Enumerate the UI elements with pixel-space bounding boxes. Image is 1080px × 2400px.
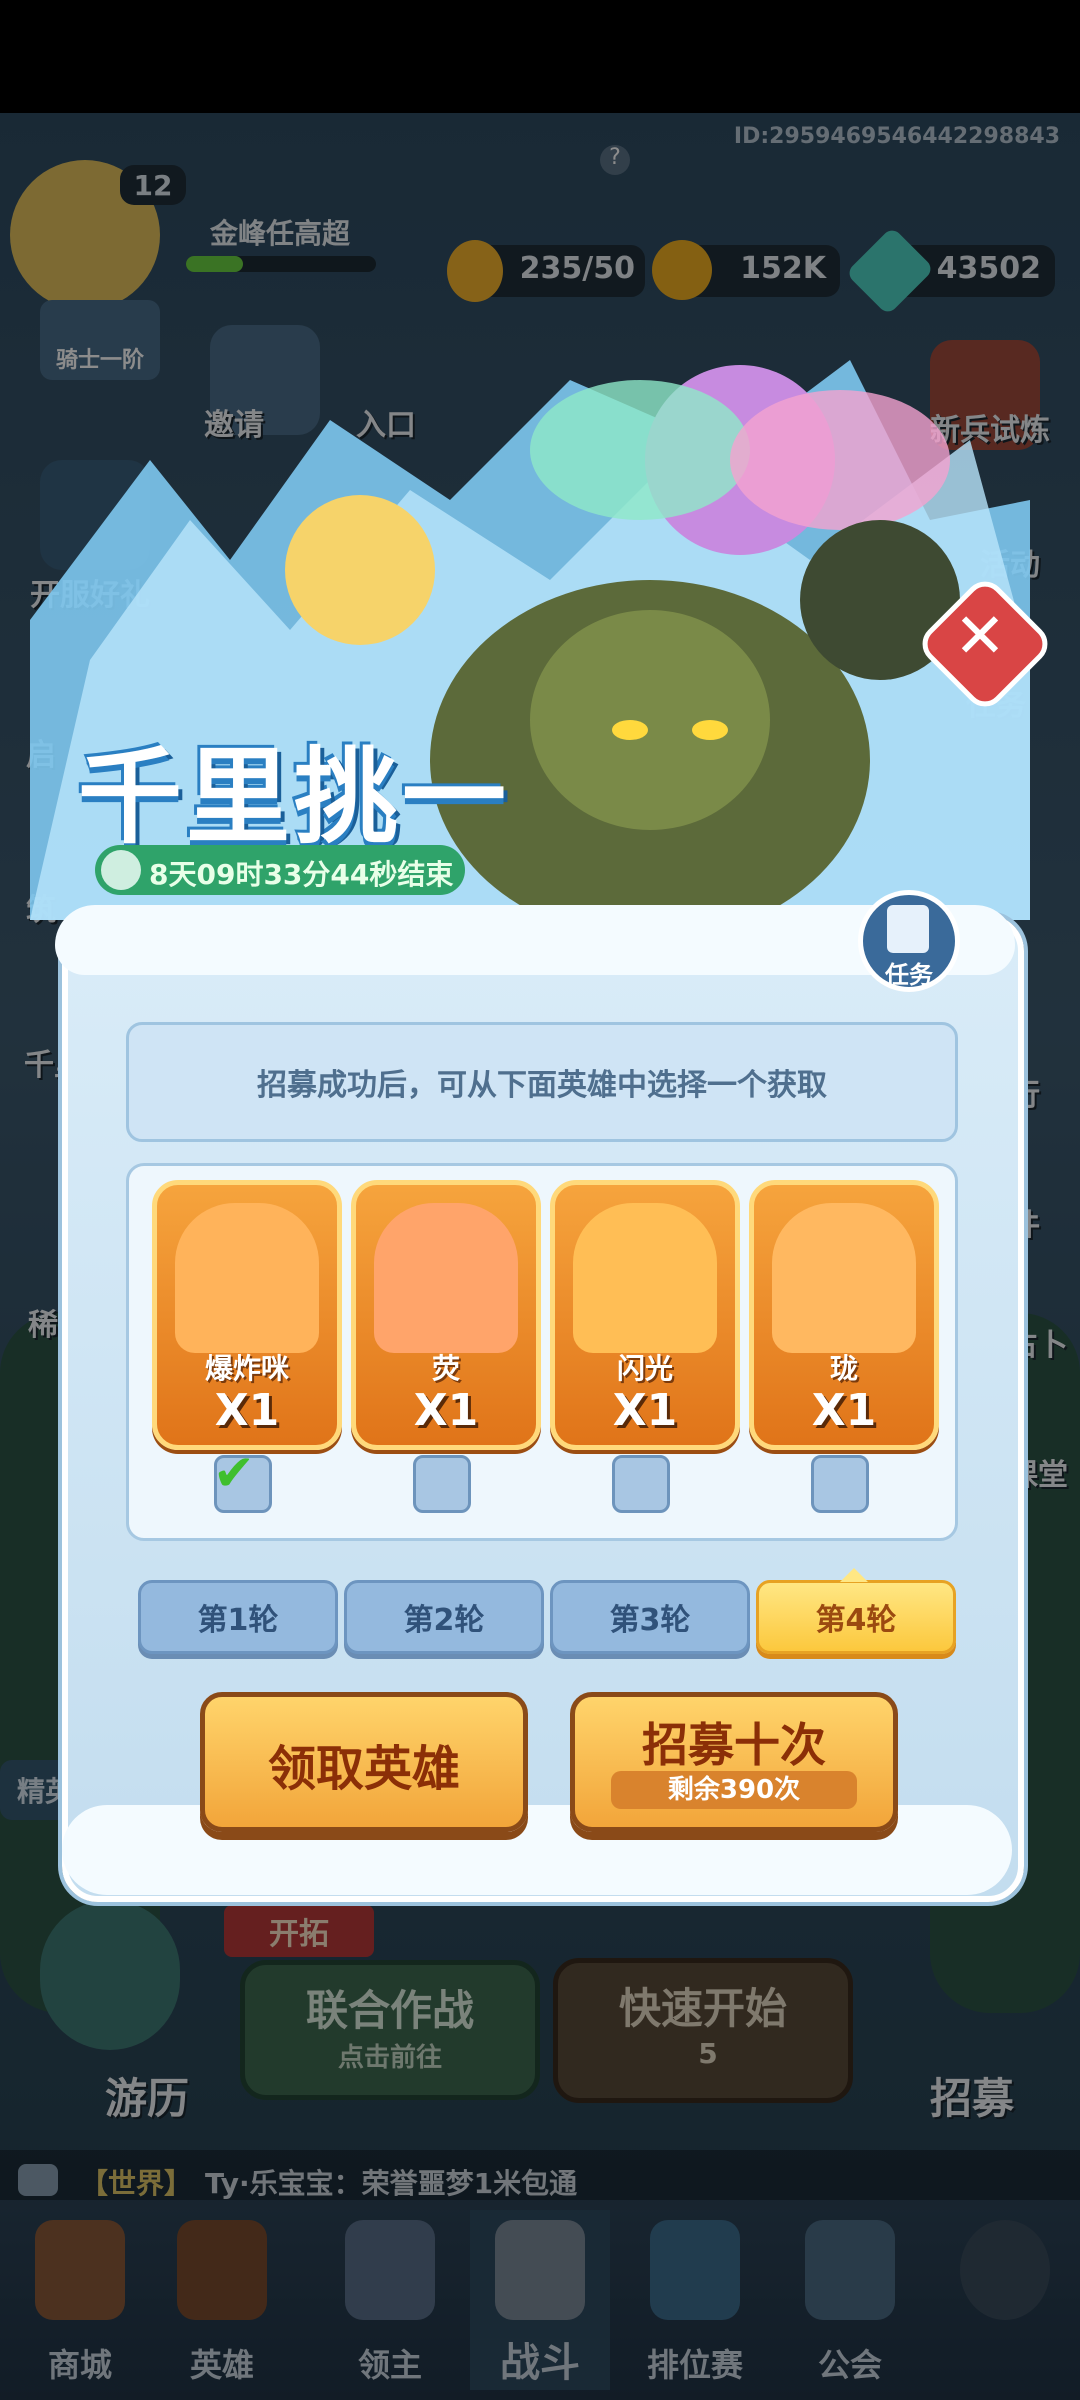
claim-hero-button[interactable]: 领取英雄: [200, 1692, 528, 1832]
hero-portrait: [175, 1203, 319, 1353]
task-label: 任务: [885, 961, 933, 989]
round-tab-2[interactable]: 第2轮: [344, 1580, 544, 1654]
hero-count: X1: [612, 1385, 678, 1436]
hero-card-ying[interactable]: 荧 X1: [351, 1180, 541, 1450]
hero-card-shanguang[interactable]: 闪光 X1: [550, 1180, 740, 1450]
hero-count: X1: [413, 1385, 479, 1436]
round-tab-1[interactable]: 第1轮: [138, 1580, 338, 1654]
active-round-pointer: [840, 1568, 868, 1582]
hero-count: X1: [214, 1385, 280, 1436]
hero-portrait: [374, 1203, 518, 1353]
hero-name: 爆炸咪: [204, 1352, 289, 1385]
claim-hero-label: 领取英雄: [267, 1741, 460, 1797]
hero-card-long[interactable]: 珑 X1: [749, 1180, 939, 1450]
recruit-ten-button[interactable]: 招募十次 剩余390次: [570, 1692, 898, 1832]
hero-count: X1: [811, 1385, 877, 1436]
event-title: 千里挑一: [78, 736, 511, 858]
round-tab-3[interactable]: 第3轮: [550, 1580, 750, 1654]
event-timer: 8天09时33分44秒结束: [95, 845, 465, 895]
check-icon: ✔: [213, 1444, 255, 1502]
hero-name: 珑: [829, 1352, 858, 1385]
hero-checkbox-4[interactable]: [811, 1455, 869, 1513]
hero-checkbox-3[interactable]: [612, 1455, 670, 1513]
task-button[interactable]: 任务: [858, 890, 960, 992]
hero-name: 闪光: [616, 1352, 673, 1385]
hero-checkbox-1[interactable]: ✔: [213, 1444, 272, 1513]
timer-text: 8天09时33分44秒结束: [149, 858, 454, 891]
clipboard-icon: [887, 905, 929, 953]
hero-name: 荧: [431, 1352, 460, 1385]
clock-icon: [101, 850, 141, 890]
recruit-notice: 招募成功后，可从下面英雄中选择一个获取: [126, 1022, 958, 1142]
round-tab-4[interactable]: 第4轮: [756, 1580, 956, 1654]
hero-checkbox-2[interactable]: [413, 1455, 471, 1513]
hero-portrait: [772, 1203, 916, 1353]
hero-card-baozhami[interactable]: 爆炸咪 X1: [152, 1180, 342, 1450]
close-icon: ✕: [954, 599, 1006, 672]
recruit-remaining: 剩余390次: [611, 1771, 857, 1809]
recruit-ten-label: 招募十次: [642, 1718, 826, 1772]
hero-portrait: [573, 1203, 717, 1353]
